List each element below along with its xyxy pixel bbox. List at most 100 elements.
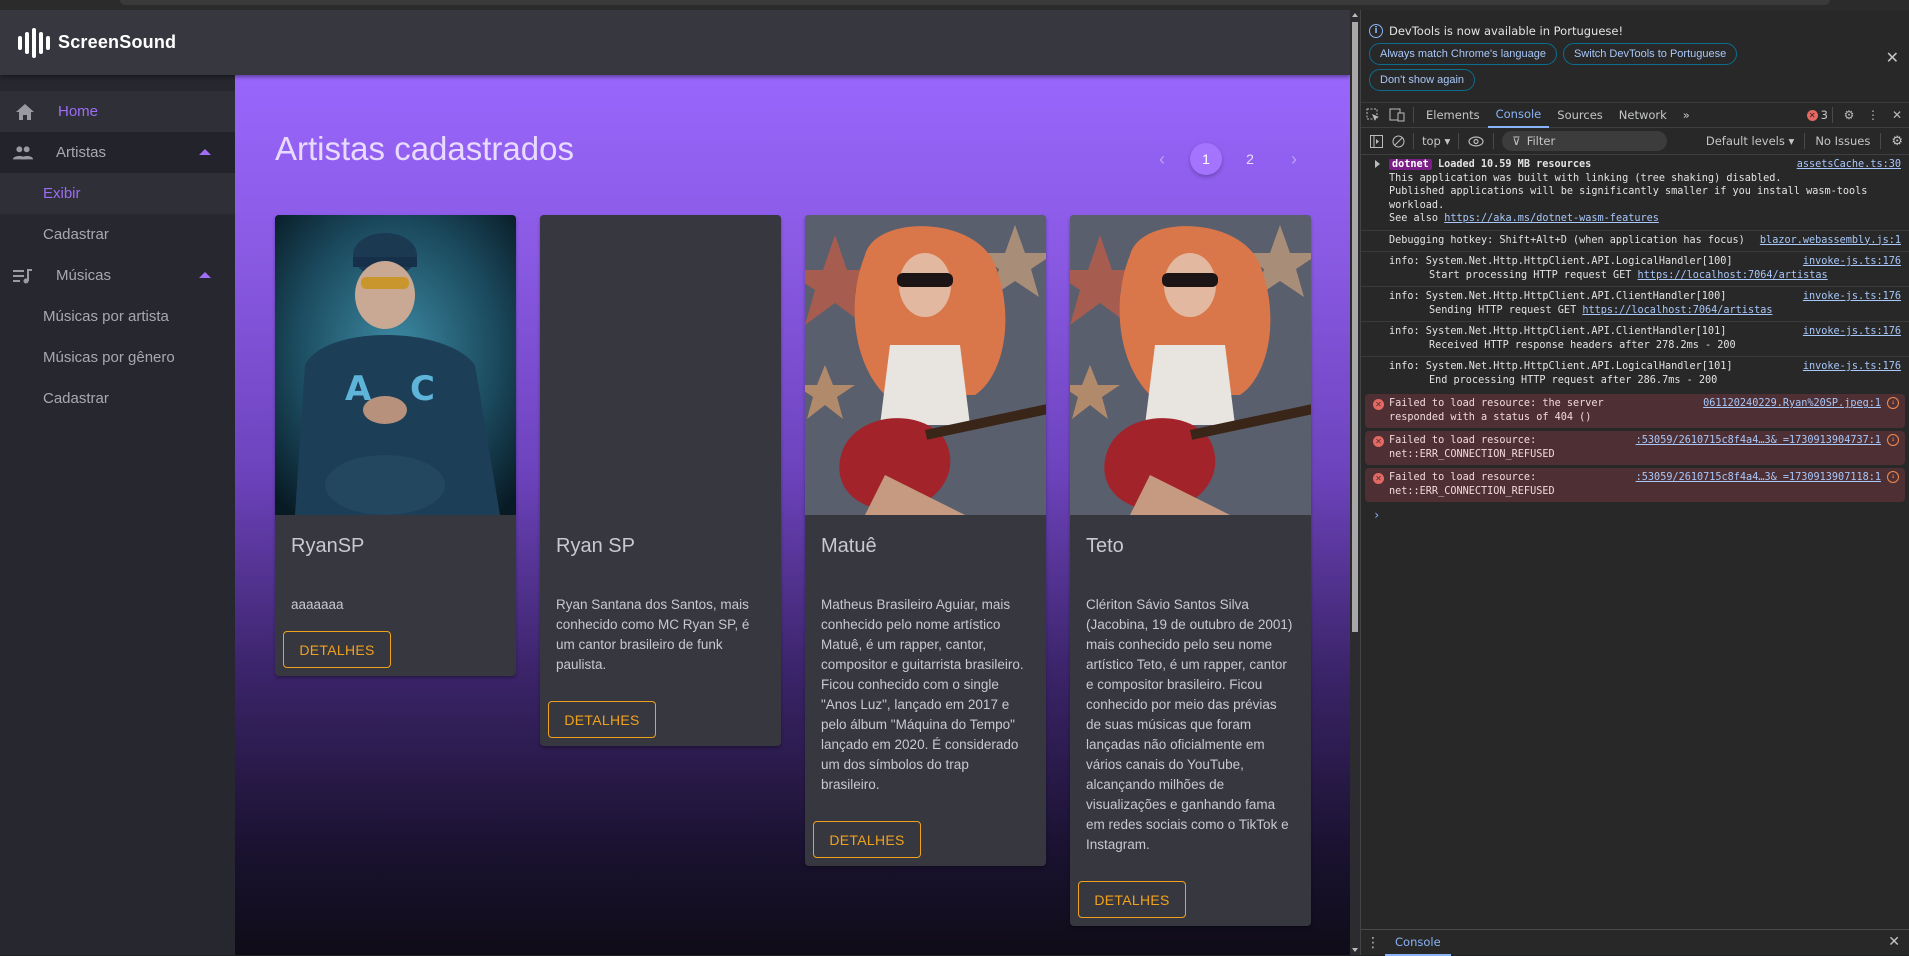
error-icon: ✕ bbox=[1806, 109, 1818, 121]
close-drawer-icon[interactable]: ✕ bbox=[1888, 934, 1900, 950]
log-source-link[interactable]: 061120240229.Ryan%20SP.jpeg:1 bbox=[1703, 397, 1881, 411]
sidebar-item-cadastrar-artista[interactable]: Cadastrar bbox=[0, 214, 235, 255]
browser-top-strip bbox=[0, 0, 1909, 10]
console-message: info: System.Net.Http.HttpClient.API.Cli… bbox=[1361, 322, 1909, 357]
log-levels-dropdown[interactable]: Default levels ▾ bbox=[1700, 134, 1800, 148]
sidebar-item-label: Artistas bbox=[56, 144, 107, 161]
details-button[interactable]: DETALHES bbox=[1078, 881, 1186, 918]
divider bbox=[1413, 107, 1414, 123]
localhost-artistas-link[interactable]: https://localhost:7064/artistas bbox=[1582, 305, 1772, 316]
expand-triangle-icon[interactable] bbox=[1375, 160, 1380, 168]
details-button[interactable]: DETALHES bbox=[283, 631, 391, 668]
sidebar-item-label: Home bbox=[58, 103, 99, 120]
log-line: responded with a status of 404 () bbox=[1389, 411, 1592, 423]
sidebar-item-musicas[interactable]: Músicas bbox=[0, 255, 235, 296]
artist-description: Ryan Santana dos Santos, mais conhecido … bbox=[556, 597, 750, 672]
devtools-drawer: ⋮ Console ✕ bbox=[1361, 929, 1909, 956]
log-source-link[interactable]: :53059/2610715c8f4a4…3& =1730913907118:1 bbox=[1635, 471, 1881, 485]
sidebar-item-label: Músicas por gênero bbox=[43, 349, 175, 366]
sidebar-item-home[interactable]: Home bbox=[0, 91, 235, 132]
console-error: ✕ Failed to load resource: net::ERR_CONN… bbox=[1365, 468, 1905, 502]
network-request-icon[interactable]: ↓ bbox=[1887, 434, 1899, 446]
brand-logo[interactable]: ScreenSound bbox=[18, 27, 176, 58]
issues-indicator[interactable]: No Issues bbox=[1809, 134, 1876, 148]
more-options-icon[interactable]: ⋮ bbox=[1861, 103, 1885, 127]
scroll-down-arrow-icon[interactable] bbox=[1352, 948, 1358, 952]
sidebar-item-label: Cadastrar bbox=[43, 390, 109, 407]
artist-photo bbox=[805, 215, 1046, 515]
soundwave-icon bbox=[18, 27, 50, 58]
network-request-icon[interactable]: ↓ bbox=[1887, 471, 1899, 483]
sidebar-item-exibir[interactable]: Exibir bbox=[0, 173, 235, 214]
dotnet-wasm-features-link[interactable]: https://aka.ms/dotnet-wasm-features bbox=[1444, 213, 1659, 224]
close-devtools-icon[interactable]: ✕ bbox=[1885, 103, 1909, 127]
sidebar-item-cadastrar-musica[interactable]: Cadastrar bbox=[0, 378, 235, 419]
pagination-page-1[interactable]: 1 bbox=[1190, 143, 1222, 175]
log-line: net::ERR_CONNECTION_REFUSED bbox=[1389, 485, 1555, 497]
details-button[interactable]: DETALHES bbox=[548, 701, 656, 738]
more-tabs-icon[interactable]: » bbox=[1675, 102, 1698, 128]
sidebar-item-musicas-por-genero[interactable]: Músicas por gênero bbox=[0, 337, 235, 378]
log-source-link[interactable]: :53059/2610715c8f4a4…3& =1730913904737:1 bbox=[1635, 434, 1881, 448]
log-source-link[interactable]: invoke-js.ts:176 bbox=[1803, 255, 1901, 269]
close-banner-icon[interactable]: ✕ bbox=[1886, 48, 1899, 67]
inspect-element-icon[interactable] bbox=[1361, 103, 1385, 127]
live-expression-eye-icon[interactable] bbox=[1463, 135, 1489, 147]
address-bar-edge bbox=[120, 0, 1830, 5]
console-filter[interactable]: ⊽ bbox=[1502, 131, 1668, 151]
log-source-link[interactable]: assetsCache.ts:30 bbox=[1797, 158, 1901, 172]
filter-input[interactable] bbox=[1526, 134, 1647, 148]
log-source-link[interactable]: invoke-js.ts:176 bbox=[1803, 290, 1901, 304]
tab-elements[interactable]: Elements bbox=[1418, 102, 1488, 128]
pagination-prev-button[interactable]: ‹ bbox=[1146, 143, 1178, 175]
network-request-icon[interactable]: ↓ bbox=[1887, 397, 1899, 409]
scroll-up-arrow-icon[interactable] bbox=[1352, 13, 1358, 17]
sidebar-item-label: Músicas por artista bbox=[43, 308, 169, 325]
dotnet-tag: dotnet bbox=[1389, 159, 1432, 170]
console-output: dotnet Loaded 10.59 MB resources This ap… bbox=[1361, 155, 1909, 522]
localhost-artistas-link[interactable]: https://localhost:7064/artistas bbox=[1638, 270, 1828, 281]
console-settings-icon[interactable]: ⚙ bbox=[1885, 134, 1909, 149]
page-scrollbar[interactable] bbox=[1350, 10, 1360, 955]
main-content: Artistas cadastrados ‹ 1 2 › A C RyanSP … bbox=[235, 75, 1350, 955]
drawer-menu-icon[interactable]: ⋮ bbox=[1361, 935, 1385, 951]
context-selector[interactable]: top ▾ bbox=[1418, 134, 1454, 148]
settings-gear-icon[interactable]: ⚙ bbox=[1837, 103, 1861, 127]
page-title: Artistas cadastrados bbox=[275, 130, 574, 167]
log-line: Published applications will be significa… bbox=[1389, 186, 1868, 211]
error-icon: ✕ bbox=[1373, 436, 1384, 447]
artist-card: Matuê Matheus Brasileiro Aguiar, mais co… bbox=[805, 215, 1046, 866]
sidebar-toggle-icon[interactable] bbox=[1365, 134, 1387, 148]
switch-to-portuguese-button[interactable]: Switch DevTools to Portuguese bbox=[1562, 43, 1738, 65]
sidebar-nav: Home Artistas Exibir Cadastrar Músicas M… bbox=[0, 75, 235, 955]
screensound-app: ScreenSound Home Artistas Exibir Cadastr… bbox=[0, 10, 1350, 955]
device-toolbar-icon[interactable] bbox=[1385, 103, 1409, 127]
tab-network[interactable]: Network bbox=[1611, 102, 1675, 128]
scrollbar-thumb[interactable] bbox=[1352, 22, 1358, 632]
tab-sources[interactable]: Sources bbox=[1549, 102, 1611, 128]
pagination-next-button[interactable]: › bbox=[1278, 143, 1310, 175]
drawer-tab-console[interactable]: Console bbox=[1385, 930, 1451, 956]
console-error: ✕ Failed to load resource: the server re… bbox=[1365, 394, 1905, 428]
log-source-link[interactable]: invoke-js.ts:176 bbox=[1803, 325, 1901, 339]
divider bbox=[1880, 133, 1882, 149]
sidebar-item-label: Exibir bbox=[43, 185, 81, 202]
clear-console-icon[interactable] bbox=[1387, 135, 1409, 148]
people-icon bbox=[12, 142, 34, 164]
log-source-link[interactable]: blazor.webassembly.js:1 bbox=[1760, 234, 1901, 248]
console-prompt[interactable]: › bbox=[1361, 502, 1909, 522]
log-line: Start processing HTTP request GET bbox=[1429, 269, 1638, 281]
pagination: ‹ 1 2 › bbox=[1140, 143, 1316, 175]
pagination-page-2[interactable]: 2 bbox=[1234, 143, 1266, 175]
log-source-link[interactable]: invoke-js.ts:176 bbox=[1803, 360, 1901, 374]
error-count-badge[interactable]: ✕ 3 bbox=[1806, 108, 1828, 122]
match-chrome-language-button[interactable]: Always match Chrome's language bbox=[1369, 43, 1557, 65]
sidebar-item-musicas-por-artista[interactable]: Músicas por artista bbox=[0, 296, 235, 337]
tab-console[interactable]: Console bbox=[1487, 102, 1550, 128]
log-line: See also bbox=[1389, 213, 1445, 224]
dont-show-again-button[interactable]: Don't show again bbox=[1369, 69, 1476, 91]
details-button[interactable]: DETALHES bbox=[813, 821, 921, 858]
artist-name: Ryan SP bbox=[556, 535, 635, 557]
sidebar-item-artistas[interactable]: Artistas bbox=[0, 132, 235, 173]
divider bbox=[1458, 133, 1460, 149]
